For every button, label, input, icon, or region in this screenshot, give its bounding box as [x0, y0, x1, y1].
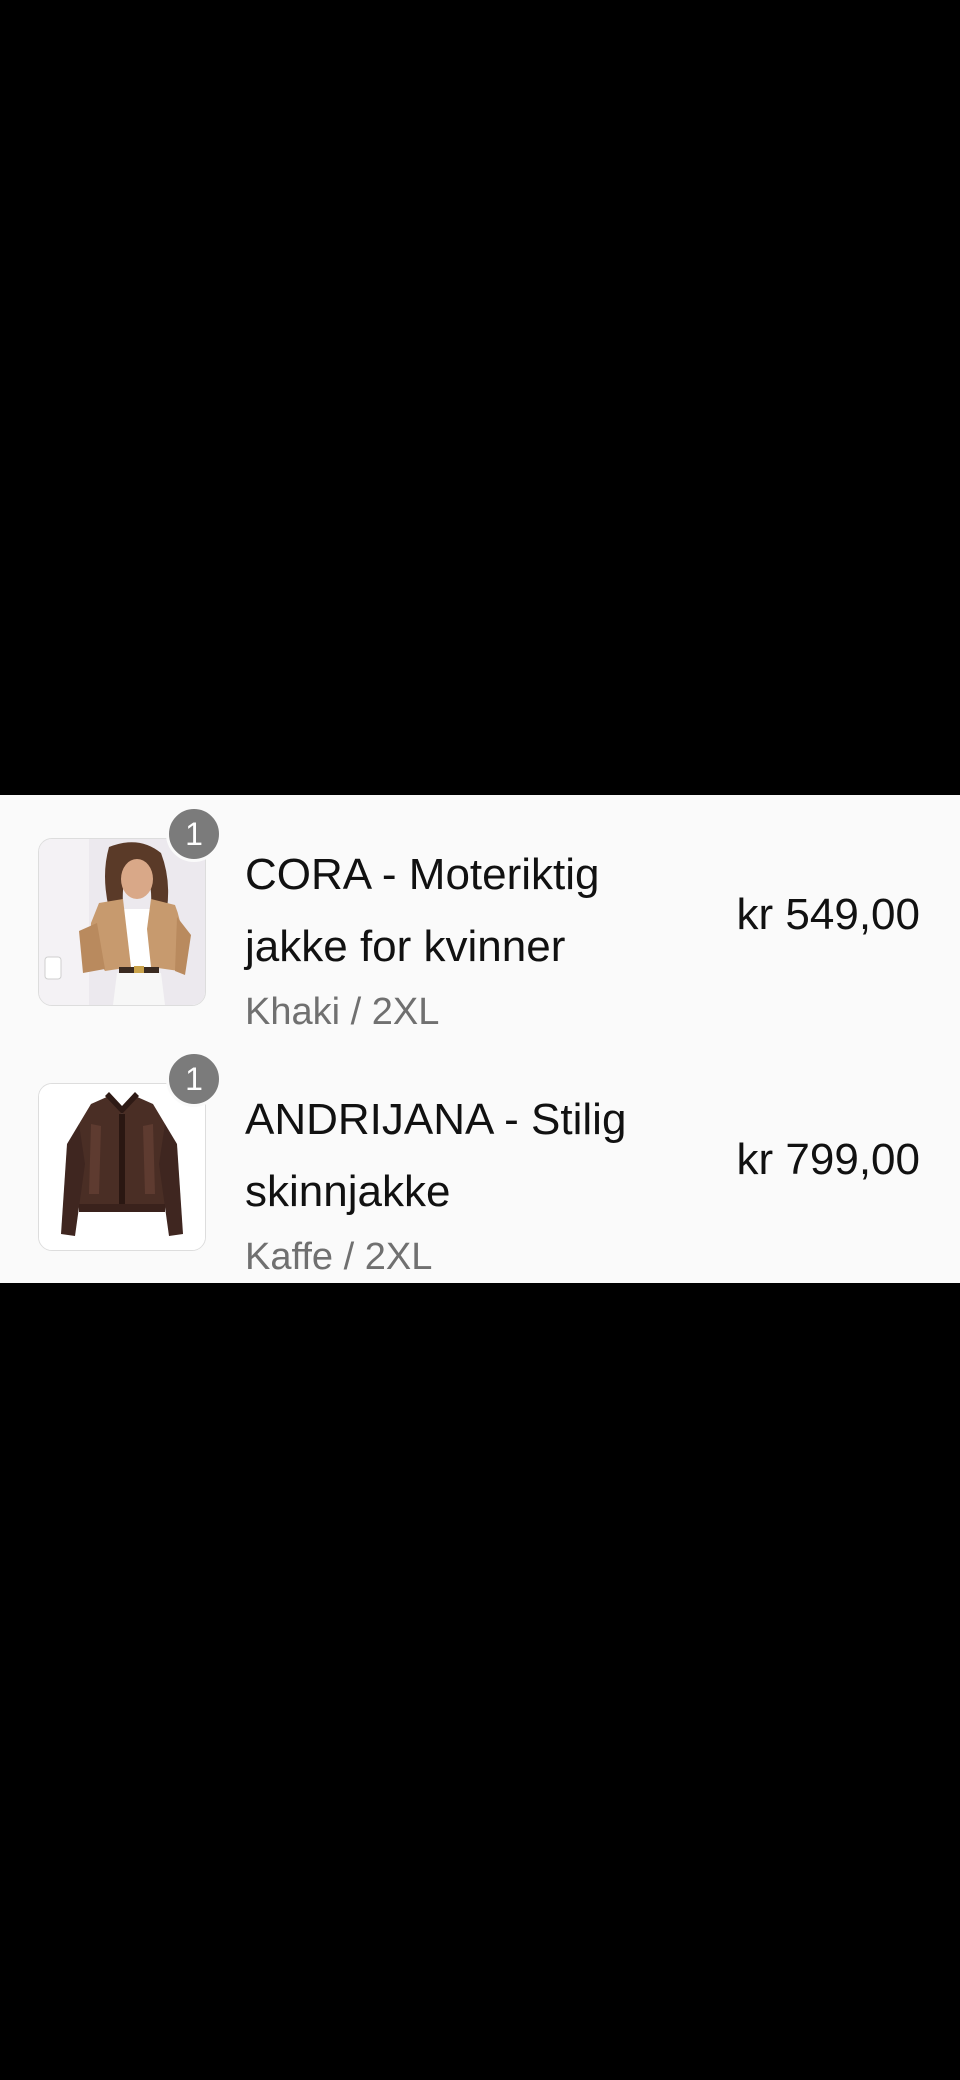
quantity-badge: 1	[166, 1051, 222, 1107]
cart-item: 1 ANDRIJANA - Stilig skinnjakke Kaffe / …	[0, 1040, 960, 1278]
product-price: kr 549,00	[736, 890, 920, 939]
product-price: kr 799,00	[736, 1135, 920, 1184]
product-variant: Khaki / 2XL	[245, 991, 440, 1033]
quantity-badge: 1	[166, 806, 222, 862]
product-variant: Kaffe / 2XL	[245, 1236, 433, 1278]
product-image-khaki-jacket	[38, 838, 206, 1006]
order-summary-panel: 1 CORA - Moteriktig jakke for kvinner Kh…	[0, 795, 960, 1283]
cart-item: 1 CORA - Moteriktig jakke for kvinner Kh…	[0, 795, 960, 1033]
product-title: CORA - Moteriktig jakke for kvinner	[245, 850, 600, 971]
product-thumbnail: 1	[38, 1051, 222, 1251]
product-thumbnail: 1	[38, 806, 222, 1006]
product-title: ANDRIJANA - Stilig skinnjakke	[245, 1095, 627, 1216]
product-image-leather-jacket	[38, 1083, 206, 1251]
